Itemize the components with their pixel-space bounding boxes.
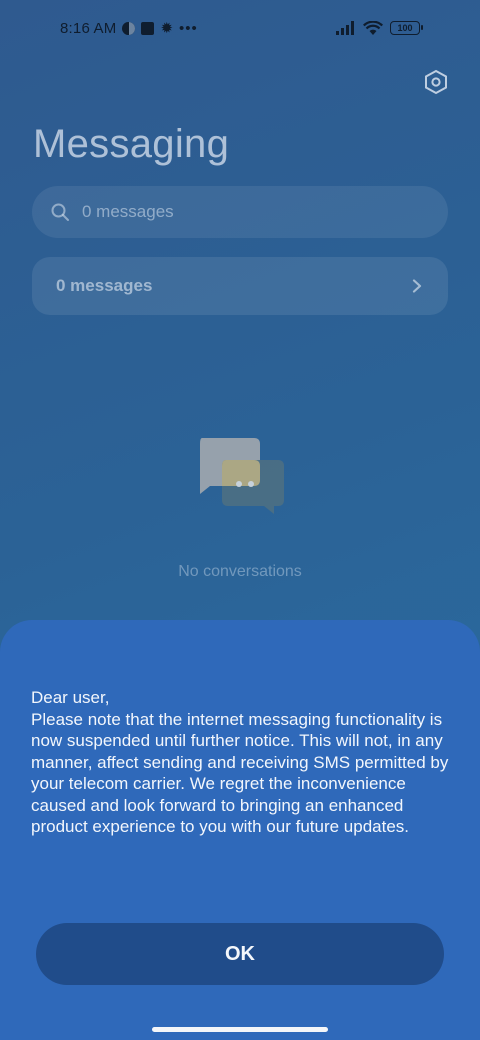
more-dots-icon: ••• bbox=[179, 19, 198, 37]
search-placeholder: 0 messages bbox=[82, 202, 174, 221]
page-title: Messaging bbox=[33, 122, 230, 166]
ok-button[interactable]: OK bbox=[36, 923, 444, 985]
messages-card[interactable]: 0 messages bbox=[32, 257, 448, 315]
search-input[interactable]: 0 messages bbox=[32, 186, 448, 238]
half-circle-icon bbox=[122, 21, 136, 35]
square-icon bbox=[141, 21, 155, 35]
battery-icon: 100 bbox=[390, 21, 423, 35]
empty-state-text: No conversations bbox=[178, 563, 302, 580]
status-left: 8:16 AM ✹ ••• bbox=[60, 20, 198, 37]
search-icon bbox=[51, 203, 69, 221]
gear-icon: ✹ bbox=[160, 19, 174, 37]
dialog-message: Dear user, Please note that the internet… bbox=[31, 688, 449, 836]
wifi-icon bbox=[363, 20, 383, 35]
status-time: 8:16 AM bbox=[60, 19, 117, 37]
chevron-right-icon bbox=[412, 279, 422, 293]
settings-button[interactable] bbox=[420, 66, 452, 98]
suspension-notice-dialog: Dear user, Please note that the internet… bbox=[0, 620, 480, 1040]
chat-bubbles-icon bbox=[200, 438, 284, 514]
home-indicator[interactable] bbox=[152, 1027, 328, 1032]
signal-icon bbox=[336, 21, 354, 35]
hexagon-settings-icon bbox=[425, 69, 447, 95]
messages-card-label: 0 messages bbox=[56, 276, 153, 295]
status-right: 100 bbox=[336, 20, 423, 36]
status-bar: 8:16 AM ✹ ••• 100 bbox=[0, 0, 480, 56]
